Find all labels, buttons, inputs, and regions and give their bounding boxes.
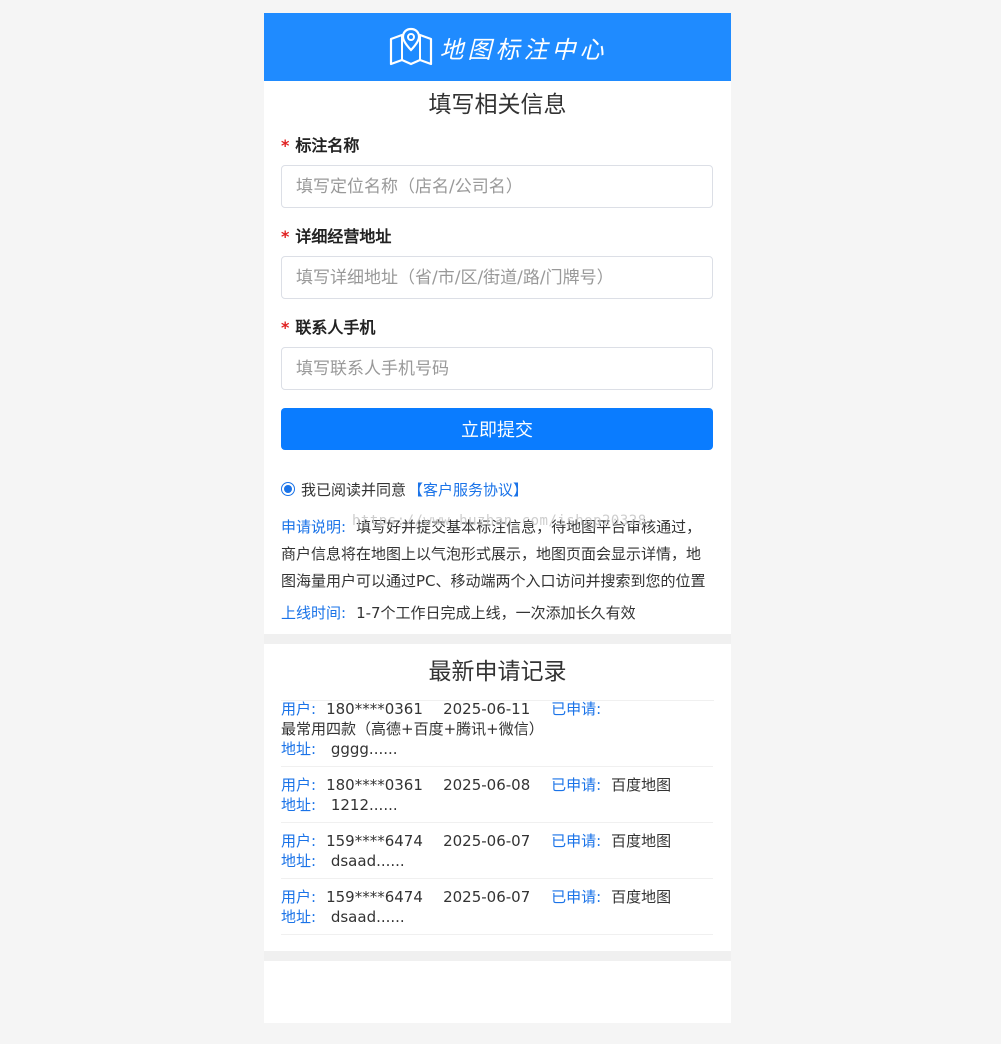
info-form: 填写相关信息 * 标注名称 * 详细经营地址 * 联系人手机 立即提交 我已阅读并同意… [264, 89, 731, 625]
online-time-row: 上线时间: 1-7个工作日完成上线，一次添加长久有效 [281, 601, 714, 625]
record-platform: 百度地图 [611, 888, 672, 906]
user-label: 用户: [281, 888, 317, 906]
record-address: dsaad...... [330, 908, 405, 926]
record-address: 1212...... [330, 796, 398, 814]
user-label: 用户: [281, 832, 317, 850]
record-address: gggg...... [330, 740, 398, 758]
record-phone: 180****0361 [326, 701, 423, 718]
required-mark: * [281, 136, 290, 155]
online-time-text: 1-7个工作日完成上线，一次添加长久有效 [356, 604, 636, 622]
record-item: 用户: 159****6474 2025-06-07 已申请: 百度地图 地址:… [281, 879, 713, 935]
record-platform-detail: 最常用四款（高德+百度+腾讯+微信） [281, 720, 544, 738]
field-label-text: 详细经营地址 [295, 227, 392, 246]
field-label-phone: * 联系人手机 [281, 317, 714, 339]
field-label-text: 联系人手机 [295, 318, 376, 337]
record-phone: 180****0361 [326, 776, 423, 794]
record-address: dsaad...... [330, 852, 405, 870]
address-label: 地址: [281, 852, 317, 870]
record-date: 2025-06-07 [443, 832, 531, 850]
annotation-name-input[interactable] [281, 165, 713, 208]
agree-text: 我已阅读并同意 [301, 480, 407, 499]
applied-label: 已申请: [551, 701, 602, 718]
records-list: 用户: 180****0361 2025-06-11 已申请: 最常用四款（高德… [281, 701, 713, 935]
record-date: 2025-06-08 [443, 776, 531, 794]
applied-label: 已申请: [551, 888, 602, 906]
field-label-name: * 标注名称 [281, 135, 714, 157]
address-label: 地址: [281, 796, 317, 814]
record-phone: 159****6474 [326, 888, 423, 906]
records-scroll-area[interactable]: 用户: 180****0361 2025-06-11 已申请: 最常用四款（高德… [281, 701, 714, 951]
address-input[interactable] [281, 256, 713, 299]
header-bar: 地图标注中心 [264, 13, 731, 81]
address-label: 地址: [281, 908, 317, 926]
address-label: 地址: [281, 740, 317, 758]
agree-radio[interactable] [281, 482, 295, 496]
form-title: 填写相关信息 [428, 92, 567, 118]
record-date: 2025-06-07 [443, 888, 531, 906]
map-pin-icon [389, 27, 432, 66]
field-label-text: 标注名称 [295, 136, 360, 155]
user-label: 用户: [281, 776, 317, 794]
submit-button[interactable]: 立即提交 [281, 408, 713, 450]
user-label: 用户: [281, 701, 317, 718]
applied-label: 已申请: [551, 832, 602, 850]
record-phone: 159****6474 [326, 832, 423, 850]
section-divider [264, 634, 731, 644]
records-title: 最新申请记录 [281, 644, 714, 701]
apply-notice: 申请说明: 填写好并提交基本标注信息，待地图平台审核通过，商户信息将在地图上以气泡… [281, 514, 714, 595]
bottom-divider [264, 951, 731, 961]
applied-label: 已申请: [551, 776, 602, 794]
brand-title: 地图标注中心 [439, 35, 608, 64]
record-date: 2025-06-11 [443, 701, 531, 718]
map-annotation-page: 地图标注中心 填写相关信息 * 标注名称 * 详细经营地址 * 联系人手机 立即提交 … [264, 13, 731, 1023]
record-item: 用户: 180****0361 2025-06-08 已申请: 百度地图 地址:… [281, 767, 713, 823]
record-item: 用户: 180****0361 2025-06-11 已申请: 最常用四款（高德… [281, 701, 713, 767]
required-mark: * [281, 227, 290, 246]
agreement-row: 我已阅读并同意 【客户服务协议】 [281, 478, 714, 500]
online-time-label: 上线时间: [281, 604, 347, 622]
service-agreement-link[interactable]: 【客户服务协议】 [408, 479, 528, 500]
contact-phone-input[interactable] [281, 347, 713, 390]
record-item: 用户: 159****6474 2025-06-07 已申请: 百度地图 地址:… [281, 823, 713, 879]
apply-notice-label: 申请说明: [281, 518, 347, 536]
field-label-address: * 详细经营地址 [281, 226, 714, 248]
required-mark: * [281, 318, 290, 337]
record-platform: 百度地图 [611, 832, 672, 850]
record-platform: 百度地图 [611, 776, 672, 794]
